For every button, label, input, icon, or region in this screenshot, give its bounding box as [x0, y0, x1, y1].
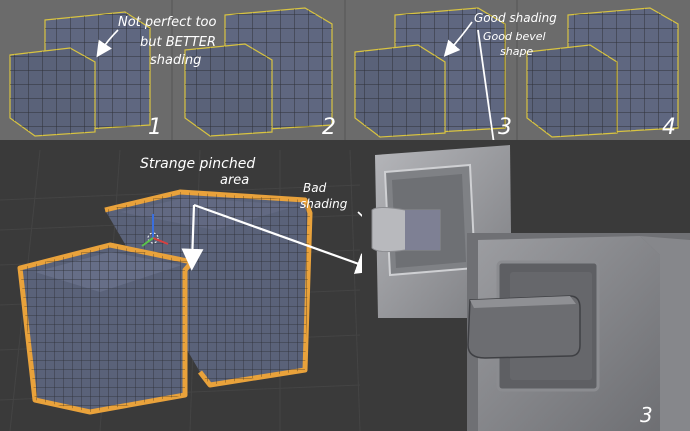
annotation-good-bevel-1: Good bevel	[483, 30, 546, 43]
annotation-not-perfect-3: shading	[150, 53, 201, 68]
render-panel-good	[467, 233, 690, 431]
annotation-bad-1: Bad	[303, 181, 327, 195]
annotation-not-perfect-2: but BETTER	[140, 35, 216, 50]
panel-number-4: 4	[662, 115, 676, 140]
annotation-strange-2: area	[220, 173, 249, 188]
annotation-not-perfect-1: Not perfect too	[118, 15, 217, 30]
reference-sheet: 1 2 3 4 Not perfect too but BETTER shadi…	[0, 0, 690, 431]
annotation-good-shading: Good shading	[474, 11, 557, 25]
annotation-good-bevel-2: shape	[500, 45, 533, 58]
panel-number-2: 2	[322, 115, 336, 140]
panel-number-1: 1	[148, 115, 162, 140]
panel-number-3: 3	[498, 115, 512, 140]
annotation-bad-2: shading	[300, 197, 348, 211]
annotation-strange-1: Strange pinched	[140, 156, 255, 172]
panel-number-detail: 3	[640, 403, 653, 427]
